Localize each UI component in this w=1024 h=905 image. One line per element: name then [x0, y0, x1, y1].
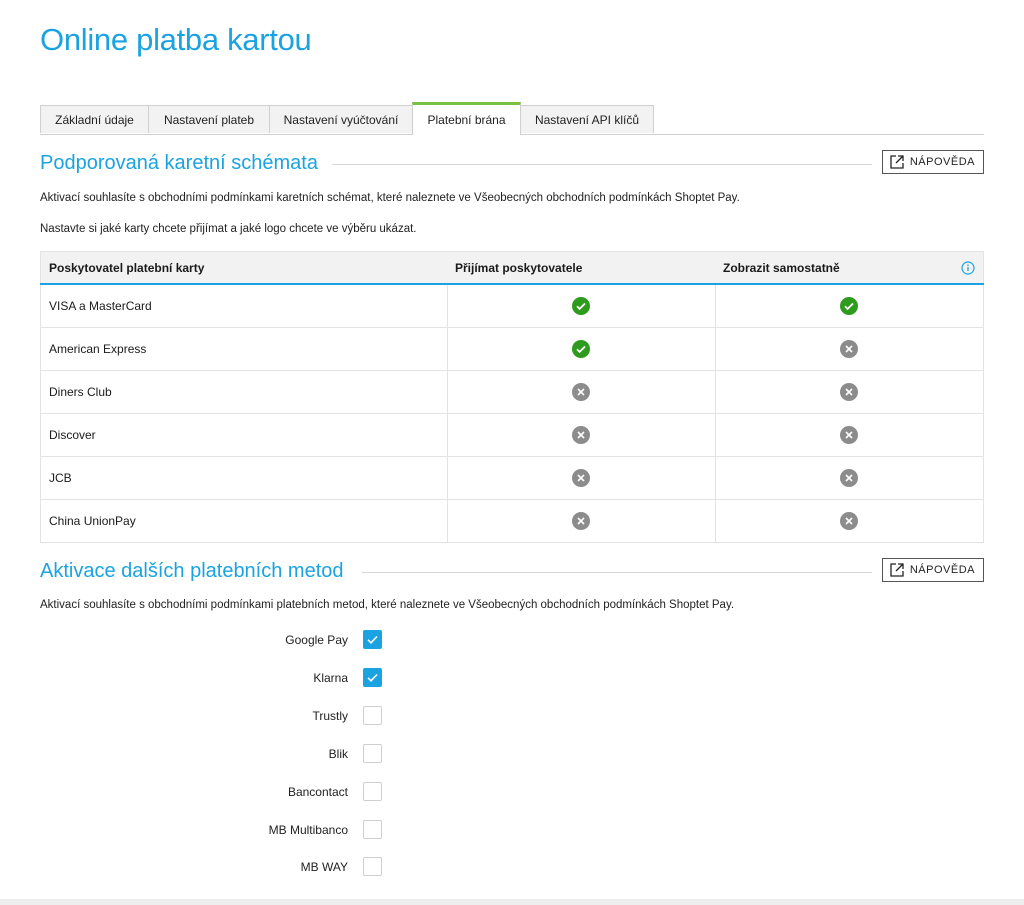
footer-bar	[0, 899, 1024, 905]
provider-name: Diners Club	[40, 370, 448, 414]
payment-method-checkbox[interactable]	[363, 744, 382, 763]
check-circle-icon[interactable]	[572, 340, 590, 358]
table-header-row: Poskytovatel platební karty Přijímat pos…	[40, 251, 984, 285]
payment-method-row: Blik	[40, 744, 440, 766]
payment-method-row: MB WAY	[40, 857, 440, 879]
tab-payment-settings[interactable]: Nastavení plateb	[148, 105, 270, 133]
tab-basic-info[interactable]: Základní údaje	[40, 105, 149, 133]
check-circle-icon[interactable]	[572, 297, 590, 315]
divider	[362, 572, 872, 573]
page: Online platba kartou Základní údaje Nast…	[0, 0, 1024, 905]
x-circle-icon[interactable]	[840, 383, 859, 401]
payment-method-label: Trustly	[312, 709, 348, 723]
table-row: American Express	[40, 327, 984, 371]
column-header-separate-label: Zobrazit samostatně	[723, 260, 840, 275]
payment-method-label: Blik	[328, 747, 348, 761]
payment-method-row: Trustly	[40, 706, 440, 728]
payment-method-label: Google Pay	[285, 633, 348, 647]
separate-cell	[714, 456, 984, 500]
column-header-separate: Zobrazit samostatně	[715, 251, 984, 285]
payment-method-checkbox[interactable]	[363, 820, 382, 839]
methods-help-button[interactable]: NÁPOVĚDA	[881, 558, 984, 582]
payment-method-label: MB WAY	[300, 860, 348, 874]
x-circle-icon[interactable]	[572, 512, 590, 530]
help-label: NÁPOVĚDA	[909, 156, 975, 168]
methods-section-header: Aktivace dalších platebních metod NÁPOVĚ…	[40, 558, 984, 586]
tab-billing-settings[interactable]: Nastavení vyúčtování	[269, 105, 413, 133]
schemes-intro-choose: Nastavte si jaké karty chcete přijímat a…	[40, 223, 417, 235]
schemes-help-button[interactable]: NÁPOVĚDA	[881, 150, 984, 174]
checkmark-icon	[367, 673, 378, 682]
table-row: Diners Club	[40, 370, 984, 414]
x-circle-icon[interactable]	[840, 469, 859, 487]
table-body: VISA a MasterCard American Express Diners …	[40, 283, 984, 543]
provider-name: American Express	[40, 327, 448, 371]
methods-intro-terms: Aktivací souhlasíte s obchodními podmínk…	[40, 599, 735, 611]
payment-method-row: Klarna	[40, 668, 440, 690]
table-row: VISA a MasterCard	[40, 283, 984, 328]
payment-method-label: Klarna	[313, 671, 348, 685]
column-header-provider: Poskytovatel platební karty	[40, 251, 447, 285]
separate-cell	[714, 370, 984, 414]
payment-method-row: MB Multibanco	[40, 820, 440, 842]
payment-method-row: Google Pay	[40, 630, 440, 652]
accept-cell	[446, 370, 716, 414]
schemes-intro-terms: Aktivací souhlasíte s obchodními podmínk…	[40, 192, 740, 204]
payment-method-checkbox[interactable]	[363, 630, 382, 649]
card-schemes-table: Poskytovatel platební karty Přijímat pos…	[40, 251, 984, 543]
schemes-section-header: Podporovaná karetní schémata NÁPOVĚDA	[40, 150, 984, 178]
payment-method-checkbox[interactable]	[363, 668, 382, 687]
provider-name: VISA a MasterCard	[40, 283, 448, 328]
provider-name: Discover	[40, 413, 448, 457]
provider-name: JCB	[40, 456, 448, 500]
payment-method-checkbox[interactable]	[363, 706, 382, 725]
column-header-accept: Přijímat poskytovatele	[447, 251, 715, 285]
page-title: Online platba kartou	[40, 22, 312, 57]
x-circle-icon[interactable]	[840, 340, 859, 358]
divider	[320, 164, 872, 165]
x-circle-icon[interactable]	[572, 383, 590, 401]
payment-method-row: Bancontact	[40, 782, 440, 804]
payment-method-checkbox[interactable]	[363, 857, 382, 876]
schemes-heading: Podporovaná karetní schémata	[40, 152, 332, 175]
separate-cell	[714, 327, 984, 371]
help-label: NÁPOVĚDA	[909, 564, 975, 576]
x-circle-icon[interactable]	[840, 426, 859, 444]
provider-name: China UnionPay	[40, 499, 448, 543]
accept-cell	[446, 413, 716, 457]
external-link-icon	[890, 155, 904, 169]
methods-heading: Aktivace dalších platebních metod	[40, 560, 358, 583]
accept-cell	[446, 456, 716, 500]
info-icon[interactable]	[961, 261, 975, 275]
x-circle-icon[interactable]	[840, 512, 859, 530]
separate-cell	[714, 499, 984, 543]
tab-payment-gateway[interactable]: Platební brána	[412, 102, 521, 135]
accept-cell	[446, 327, 716, 371]
separate-cell	[714, 413, 984, 457]
tab-bar: Základní údaje Nastavení plateb Nastaven…	[40, 102, 984, 135]
tab-api-keys[interactable]: Nastavení API klíčů	[520, 105, 654, 133]
payment-method-label: MB Multibanco	[268, 823, 348, 837]
accept-cell	[446, 283, 716, 328]
table-row: China UnionPay	[40, 499, 984, 543]
accept-cell	[446, 499, 716, 543]
x-circle-icon[interactable]	[572, 426, 590, 444]
table-row: JCB	[40, 456, 984, 500]
checkmark-icon	[367, 635, 378, 644]
payment-method-checkbox[interactable]	[363, 782, 382, 801]
x-circle-icon[interactable]	[572, 469, 590, 487]
separate-cell	[714, 283, 984, 328]
payment-method-label: Bancontact	[287, 785, 348, 799]
check-circle-icon[interactable]	[840, 297, 859, 315]
external-link-icon	[890, 563, 904, 577]
table-row: Discover	[40, 413, 984, 457]
